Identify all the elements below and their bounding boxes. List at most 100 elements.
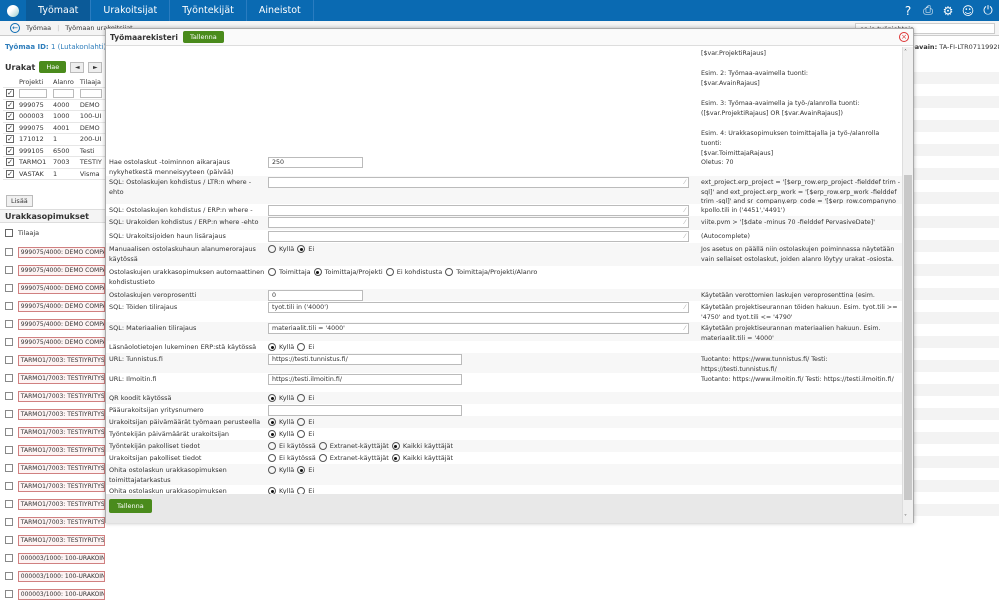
contract-value[interactable]: 000003/1000: 100-URAKOINT [17,588,105,600]
list-item[interactable]: 000003/1000: 100-URAKOINT [0,549,105,567]
filter-input[interactable] [53,88,75,98]
radio-button[interactable] [318,442,327,450]
contract-value[interactable]: TARMO1/7003: TESTIYRITYS A [17,480,105,492]
list-item[interactable]: 999075/4000: DEMO COMPANY [0,297,105,315]
table-row[interactable]: ✓ 171012 1 200-UI [3,133,105,146]
list-item[interactable]: TARMO1/7003: TESTIYRITYS A [0,405,105,423]
list-item[interactable]: TARMO1/7003: TESTIYRITYS A [0,495,105,513]
row-checkbox[interactable] [5,536,13,544]
row-checkbox[interactable] [5,356,13,364]
scrollbar[interactable]: ˄ ˅ [902,47,913,523]
radio-label[interactable]: Toimittaja/Projekti/Alanro [456,268,537,276]
list-item[interactable]: TARMO1/7003: TESTIYRITYS A [0,351,105,369]
radio-label[interactable]: Ei [308,466,314,474]
row-checkbox[interactable] [5,338,13,346]
radio-button[interactable] [391,442,400,450]
radio-button[interactable] [268,454,276,462]
row-checkbox[interactable] [5,482,13,490]
setting-input[interactable]: https://testi.ilmoitin.fi/ [268,374,462,385]
radio-button[interactable] [445,268,454,276]
radio-button[interactable] [268,394,276,402]
radio-button[interactable] [268,343,276,351]
table-row[interactable]: ✓ 999075 4001 DEMO [3,122,105,134]
list-item[interactable]: 999075/4000: DEMO COMPANY [0,261,105,279]
table-row[interactable]: ✓ 999105 6500 Testi [3,145,105,157]
row-checkbox[interactable]: ✓ [6,158,14,167]
table-row[interactable]: ✓ 999075 4000 DEMO [3,99,105,111]
prev-page-button[interactable]: ◄ [70,61,85,73]
list-item[interactable]: TARMO1/7003: TESTIYRITYS A [0,459,105,477]
contract-value[interactable]: TARMO1/7003: TESTIYRITYS A [17,516,105,528]
radio-label[interactable]: Extranet-käyttäjät [330,442,389,450]
close-icon[interactable]: × [899,32,909,42]
radio-button[interactable] [268,268,276,276]
column-header[interactable]: Tilaaja [76,76,105,88]
add-button[interactable]: Lisää [6,195,33,207]
contract-value[interactable]: 999075/4000: DEMO COMPANY [17,282,105,294]
row-checkbox[interactable]: ✓ [6,100,14,109]
radio-label[interactable]: Ei käytössä [279,442,316,450]
radio-button[interactable] [391,454,400,462]
scroll-up-icon[interactable]: ˄ [904,49,907,56]
row-checkbox[interactable] [5,248,13,256]
scroll-thumb[interactable] [904,175,912,500]
row-checkbox[interactable] [5,374,13,382]
select-all-checkbox[interactable] [5,229,13,237]
radio-button[interactable] [297,487,306,494]
radio-button[interactable] [268,418,276,426]
radio-label[interactable]: Ei [308,343,314,351]
row-checkbox[interactable]: ✓ [6,112,14,121]
radio-button[interactable] [297,418,306,426]
row-checkbox[interactable] [5,590,13,598]
back-icon[interactable]: ← [10,23,20,33]
help-icon[interactable]: ? [901,4,915,18]
radio-label[interactable]: Ei kohdistusta [397,268,443,276]
radio-button[interactable] [268,442,276,450]
radio-label[interactable]: Ei [308,245,314,253]
row-checkbox[interactable] [5,428,13,436]
contract-value[interactable]: TARMO1/7003: TESTIYRITYS A [17,372,105,384]
setting-input[interactable]: 0 [268,290,363,301]
list-item[interactable]: TARMO1/7003: TESTIYRITYS A [0,369,105,387]
row-checkbox[interactable] [5,572,13,580]
contract-value[interactable]: TARMO1/7003: TESTIYRITYS A [17,426,105,438]
row-checkbox[interactable] [5,464,13,472]
radio-button[interactable] [318,454,327,462]
radio-button[interactable] [268,430,276,438]
radio-button[interactable] [385,268,394,276]
print-icon[interactable]: ⎙ [921,3,935,18]
contract-value[interactable]: TARMO1/7003: TESTIYRITYS A [17,354,105,366]
filter-input[interactable] [79,88,103,98]
setting-input[interactable]: 250 [268,157,363,168]
save-button-top[interactable]: Tallenna [182,31,224,43]
power-icon[interactable]: ⏻ [981,3,995,18]
radio-label[interactable]: Ei [308,394,314,402]
row-checkbox[interactable] [5,446,13,454]
row-checkbox[interactable] [5,302,13,310]
radio-label[interactable]: Ei [308,487,314,494]
list-item[interactable]: TARMO1/7003: TESTIYRITYS A [0,477,105,495]
radio-button[interactable] [297,343,306,351]
radio-label[interactable]: Kyllä [279,418,294,426]
contract-value[interactable]: 000003/1000: 100-URAKOINT [17,552,105,564]
radio-label[interactable]: Ei käytössä [279,454,316,462]
scroll-down-icon[interactable]: ˅ [904,514,907,521]
radio-label[interactable]: Kyllä [279,343,294,351]
list-item[interactable]: TARMO1/7003: TESTIYRITYS A [0,441,105,459]
column-header[interactable]: Alanro [50,76,77,88]
table-row[interactable]: ✓ 000003 1000 100-UI [3,110,105,123]
nav-tab[interactable]: Aineistot [247,0,314,21]
contract-value[interactable]: TARMO1/7003: TESTIYRITYS A [17,408,105,420]
list-item[interactable]: 000003/1000: 100-URAKOINT [0,567,105,585]
row-checkbox[interactable]: ✓ [6,146,14,155]
row-checkbox[interactable] [5,500,13,508]
save-button[interactable]: Tallenna [109,499,152,513]
radio-label[interactable]: Kaikki käyttäjät [403,454,453,462]
contract-value[interactable]: TARMO1/7003: TESTIYRITYS A [17,444,105,456]
setting-input[interactable]: materiaalit.tili = '4000' [268,323,690,334]
radio-label[interactable]: Kyllä [279,466,294,474]
radio-button[interactable] [268,245,276,253]
contract-value[interactable]: 999075/4000: DEMO COMPANY [17,336,105,348]
row-checkbox[interactable] [5,320,13,328]
row-checkbox[interactable]: ✓ [6,135,14,144]
